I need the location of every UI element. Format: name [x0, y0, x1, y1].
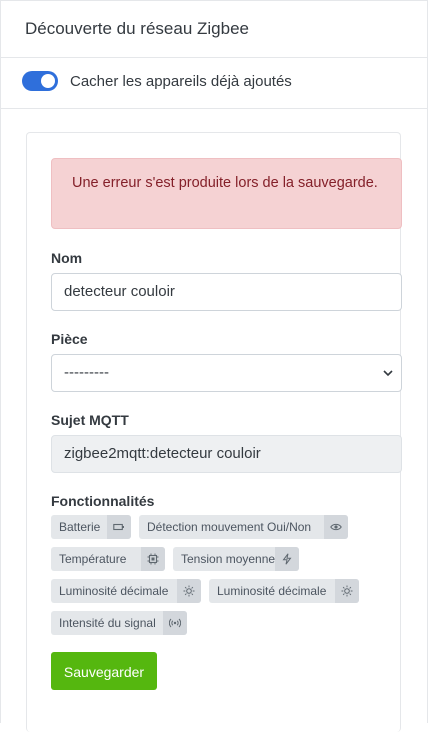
room-select-value: ---------: [64, 364, 109, 381]
features-label: Fonctionnalités: [51, 493, 155, 509]
name-label: Nom: [51, 250, 83, 266]
save-button[interactable]: Sauvegarder: [51, 652, 157, 690]
mqtt-label: Sujet MQTT: [51, 412, 129, 428]
feature-badge: Batterie: [51, 515, 131, 539]
mqtt-topic-field: zigbee2mqtt:detecteur couloir: [51, 435, 402, 473]
chevron-down-icon: [383, 370, 393, 377]
feature-label: Batterie: [59, 520, 101, 534]
card-title: Découverte du réseau Zigbee: [1, 1, 427, 58]
name-input[interactable]: detecteur couloir: [51, 273, 402, 311]
room-label: Pièce: [51, 331, 88, 347]
feature-label: Température: [59, 552, 127, 566]
discovery-card: Découverte du réseau Zigbee Cacher les a…: [0, 0, 428, 732]
feature-label: Luminosité décimale: [59, 584, 169, 598]
feature-badge: Tension moyenne: [173, 547, 299, 571]
hide-added-label[interactable]: Cacher les appareils déjà ajoutés: [70, 73, 292, 90]
feature-badge: Température: [51, 547, 165, 571]
thermometer-icon: [141, 547, 165, 571]
feature-label: Intensité du signal: [59, 616, 156, 630]
switch-knob: [41, 74, 55, 88]
feature-label: Tension moyenne: [181, 552, 276, 566]
eye-icon: [324, 515, 348, 539]
signal-icon: [163, 611, 187, 635]
error-alert: Une erreur s'est produite lors de la sau…: [51, 158, 402, 229]
room-select[interactable]: ---------: [51, 354, 402, 392]
sun-icon: [177, 579, 201, 603]
sun-icon: [335, 579, 359, 603]
feature-badge: Détection mouvement Oui/Non: [139, 515, 348, 539]
hide-added-switch[interactable]: [22, 71, 58, 91]
hide-added-toggle-row: Cacher les appareils déjà ajoutés: [1, 58, 427, 109]
feature-label: Détection mouvement Oui/Non: [147, 520, 312, 534]
feature-badge: Intensité du signal: [51, 611, 187, 635]
device-form-card: Une erreur s'est produite lors de la sau…: [26, 132, 402, 732]
feature-label: Luminosité décimale: [217, 584, 327, 598]
bolt-icon: [275, 547, 299, 571]
feature-badge: Luminosité décimale: [51, 579, 201, 603]
battery-icon: [107, 515, 131, 539]
feature-badge: Luminosité décimale: [209, 579, 359, 603]
